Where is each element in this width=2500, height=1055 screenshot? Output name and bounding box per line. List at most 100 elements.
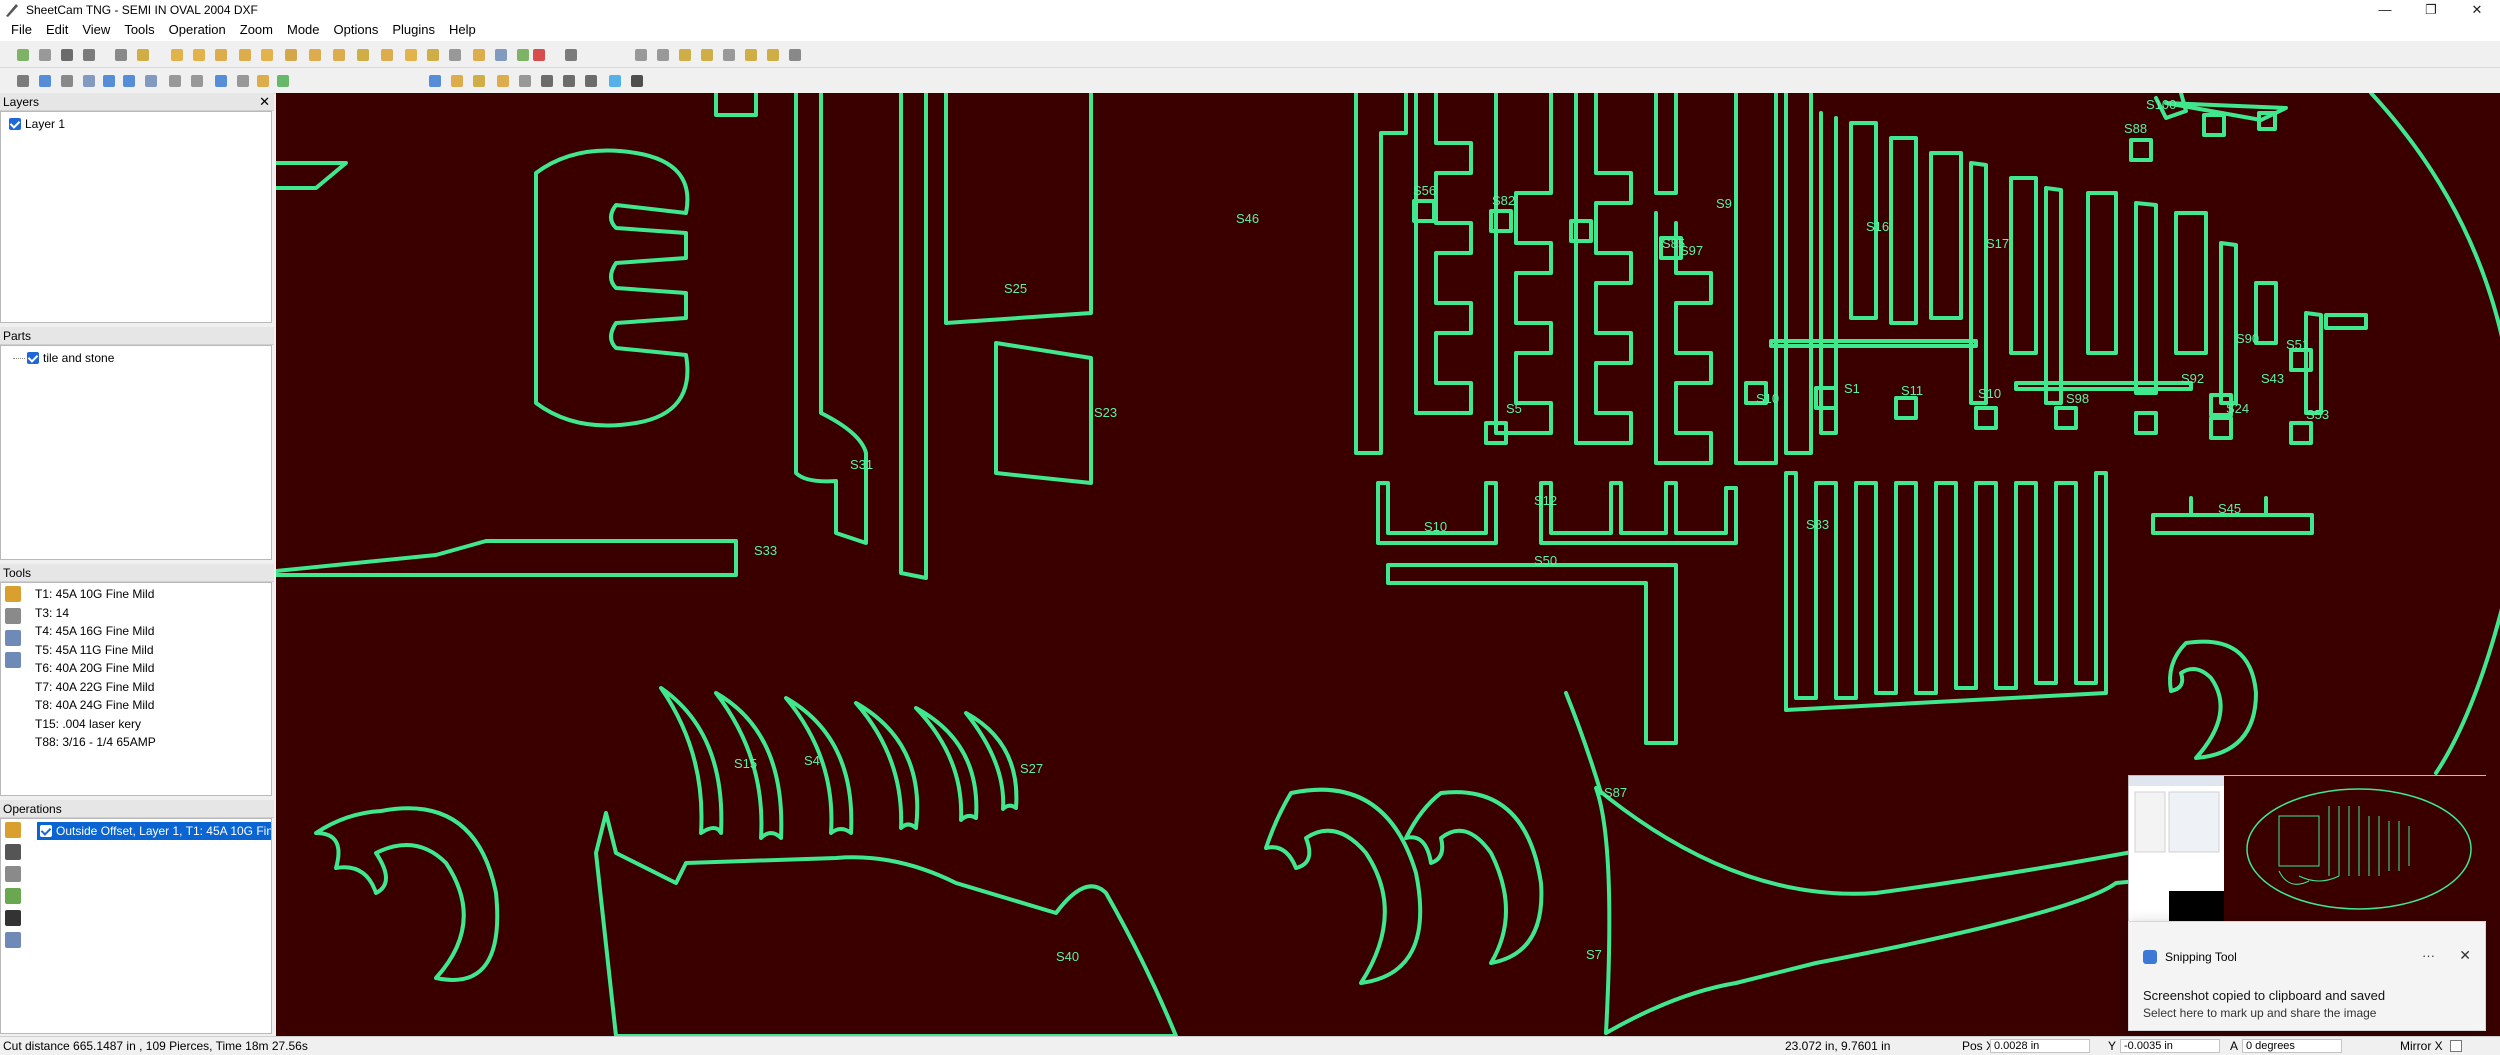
zoom-previous-icon[interactable] <box>764 46 782 64</box>
menu-options[interactable]: Options <box>327 19 386 41</box>
set-start-icon[interactable] <box>448 72 466 90</box>
text-tool-icon[interactable] <box>628 72 646 90</box>
zoom-part-icon[interactable] <box>698 46 716 64</box>
tab-part-icon[interactable] <box>424 46 442 64</box>
new-operation-icon[interactable] <box>5 822 21 838</box>
operation-down-icon[interactable] <box>5 888 21 904</box>
calculator-icon[interactable] <box>112 46 130 64</box>
snip-preview-thumbnail[interactable] <box>2128 775 2487 922</box>
menu-help[interactable]: Help <box>442 19 483 41</box>
part-options-icon[interactable] <box>470 46 488 64</box>
move-part-icon[interactable] <box>306 46 324 64</box>
drawing-canvas[interactable]: S46 S56 S82 S9 S85 S97 S10 S5 S16 S17 S1… <box>276 93 2500 1036</box>
tool-change-icon[interactable] <box>188 72 206 90</box>
path-icon[interactable] <box>100 72 118 90</box>
marker-icon[interactable] <box>606 72 624 90</box>
group-part-icon[interactable] <box>354 46 372 64</box>
minimize-button[interactable]: — <box>2362 0 2408 19</box>
checkbox-icon[interactable] <box>27 352 39 364</box>
align-part-icon[interactable] <box>402 46 420 64</box>
tool-item[interactable]: T7: 40A 22G Fine Mild <box>1 678 271 697</box>
scale-part-icon[interactable] <box>330 46 348 64</box>
zoom-out-icon[interactable] <box>654 46 672 64</box>
rapid-icon[interactable] <box>166 72 184 90</box>
snipping-notification[interactable]: Snipping Tool ··· ✕ Screenshot copied to… <box>2128 921 2486 1031</box>
delete-part-icon[interactable] <box>530 46 548 64</box>
tool-item[interactable]: T5: 45A 11G Fine Mild <box>1 641 271 660</box>
tool-item[interactable]: T1: 45A 10G Fine Mild <box>1 585 271 604</box>
layers-icon[interactable] <box>36 72 54 90</box>
operation-up-icon[interactable] <box>5 866 21 882</box>
menu-view[interactable]: View <box>75 19 117 41</box>
zoom-all-icon[interactable] <box>786 46 804 64</box>
spline-icon[interactable] <box>120 72 138 90</box>
angle-field[interactable]: 0 degrees <box>2242 1039 2342 1053</box>
menu-tools[interactable]: Tools <box>117 19 161 41</box>
more-options-icon[interactable]: ··· <box>2422 948 2435 963</box>
tool-item[interactable]: T4: 45A 16G Fine Mild <box>1 622 271 641</box>
machine-options-icon[interactable] <box>14 72 32 90</box>
print-icon[interactable] <box>80 46 98 64</box>
checkbox-icon[interactable] <box>9 118 21 130</box>
post-process-icon[interactable] <box>134 46 152 64</box>
edit-start-icon[interactable] <box>470 72 488 90</box>
checkbox-icon[interactable] <box>40 825 52 837</box>
tool-table-icon[interactable] <box>5 630 21 646</box>
draw-line-icon[interactable] <box>516 72 534 90</box>
close-icon[interactable]: ✕ <box>259 93 270 111</box>
array-part-icon[interactable] <box>236 46 254 64</box>
crosshair-icon[interactable] <box>538 72 556 90</box>
display-icon[interactable] <box>212 72 230 90</box>
new-tool-icon[interactable] <box>5 586 21 602</box>
tool-item[interactable]: T15: .004 laser kery <box>1 715 271 734</box>
operation-cut-icon[interactable] <box>5 910 21 926</box>
rotate-part-icon[interactable] <box>258 46 276 64</box>
start-point-icon[interactable] <box>254 72 272 90</box>
layer-item[interactable]: Layer 1 <box>9 115 271 133</box>
simulate-icon[interactable] <box>142 72 160 90</box>
tool-item[interactable]: T3: 14 <box>1 604 271 623</box>
nest-part-icon[interactable] <box>212 46 230 64</box>
tool-item[interactable]: T88: 3/16 - 1/4 65AMP <box>1 733 271 752</box>
maximize-button[interactable]: ❐ <box>2408 0 2454 19</box>
pos-x-field[interactable]: 0.0028 in <box>1990 1039 2090 1053</box>
undo-icon[interactable] <box>562 46 580 64</box>
mirror-part-icon[interactable] <box>282 46 300 64</box>
box-select-icon[interactable] <box>582 72 600 90</box>
cut-order-icon[interactable] <box>234 72 252 90</box>
table-icon[interactable] <box>58 72 76 90</box>
zoom-sheet-icon[interactable] <box>742 46 760 64</box>
new-job-icon[interactable] <box>14 46 32 64</box>
edit-tool-icon[interactable] <box>5 608 21 624</box>
menu-mode[interactable]: Mode <box>280 19 327 41</box>
lead-in-icon[interactable] <box>274 72 292 90</box>
select-icon[interactable] <box>426 72 444 90</box>
zoom-window-icon[interactable] <box>676 46 694 64</box>
select-parts-icon[interactable] <box>168 46 186 64</box>
edit-lead-icon[interactable] <box>494 72 512 90</box>
menu-plugins[interactable]: Plugins <box>385 19 442 41</box>
menu-zoom[interactable]: Zoom <box>233 19 280 41</box>
tool-library-icon[interactable] <box>5 652 21 668</box>
measure-icon[interactable] <box>560 72 578 90</box>
menu-edit[interactable]: Edit <box>39 19 75 41</box>
mirror-x-checkbox[interactable] <box>2450 1040 2462 1052</box>
menu-file[interactable]: File <box>4 19 39 41</box>
close-notification-icon[interactable]: ✕ <box>2459 947 2471 964</box>
ungroup-part-icon[interactable] <box>378 46 396 64</box>
part-item[interactable]: tile and stone <box>13 349 271 367</box>
tool-item[interactable]: T6: 40A 20G Fine Mild <box>1 659 271 678</box>
edit-operation-icon[interactable] <box>5 844 21 860</box>
part-list-icon[interactable] <box>492 46 510 64</box>
zoom-in-icon[interactable] <box>632 46 650 64</box>
operation-item[interactable]: Outside Offset, Layer 1, T1: 45A 10G Fin… <box>37 822 271 840</box>
menu-operation[interactable]: Operation <box>162 19 233 41</box>
pos-y-field[interactable]: -0.0035 in <box>2120 1039 2220 1053</box>
zoom-extents-icon[interactable] <box>720 46 738 64</box>
close-window-button[interactable]: ✕ <box>2454 0 2500 19</box>
save-job-icon[interactable] <box>58 46 76 64</box>
operation-table-icon[interactable] <box>5 932 21 948</box>
sheet-icon[interactable] <box>446 46 464 64</box>
open-job-icon[interactable] <box>36 46 54 64</box>
job-options-icon[interactable] <box>80 72 98 90</box>
